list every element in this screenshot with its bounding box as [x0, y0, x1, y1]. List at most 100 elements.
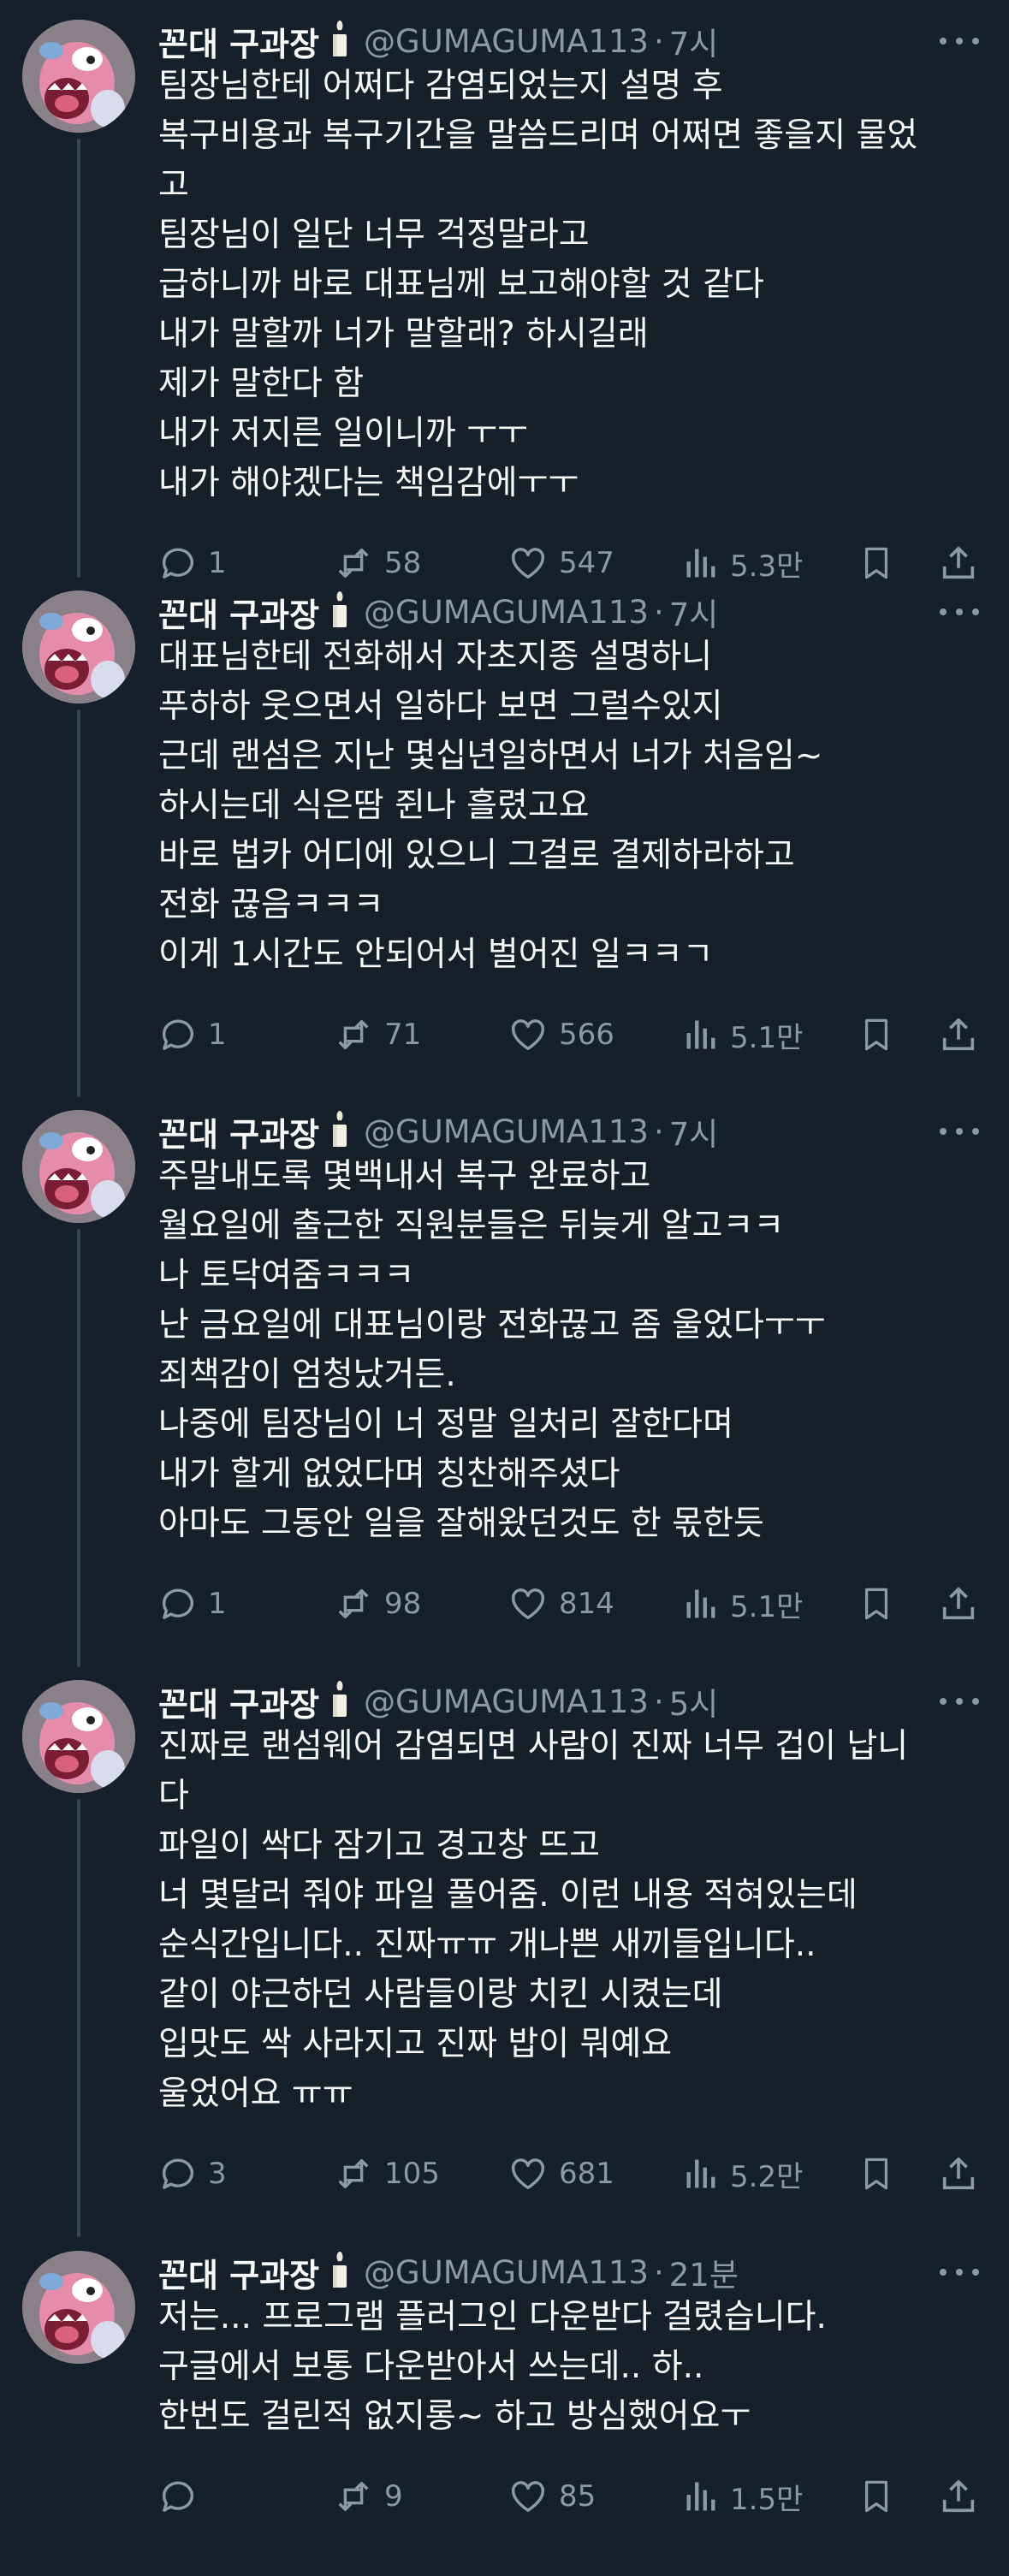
tweet-text-line: 구글에서 보통 다운받아서 쓰는데.. 하.. [158, 2347, 704, 2386]
share-button[interactable] [939, 2471, 978, 2522]
avatar[interactable] [22, 1110, 135, 1223]
tweet-text-line: 진짜로 랜섬웨어 감염되면 사람이 진짜 너무 겁이 납니 [158, 1727, 909, 1766]
candle-icon [328, 591, 352, 632]
reply-icon [158, 1584, 198, 1623]
bar-chart-icon [682, 543, 720, 583]
views-button[interactable]: 5.1만 [682, 1009, 803, 1060]
bookmark-button[interactable] [858, 537, 894, 589]
retweet-button[interactable]: 58 [333, 537, 421, 589]
retweet-icon [333, 1584, 374, 1623]
tweet-header: 꼰대 구과장 @GUMAGUMA113 · 5시 [158, 1676, 718, 1727]
bookmark-button[interactable] [858, 2148, 894, 2199]
tweet-text-line: 주말내도록 몇백내서 복구 완료하고 [158, 1157, 651, 1196]
user-handle[interactable]: @GUMAGUMA113 [364, 1113, 649, 1150]
timestamp[interactable]: 7시 [669, 18, 719, 64]
candle-icon [328, 21, 352, 62]
share-icon [939, 1013, 978, 1056]
bookmark-button[interactable] [858, 1578, 894, 1629]
avatar[interactable] [22, 2251, 135, 2364]
likes-count: 547 [559, 546, 614, 580]
tweet-text-line: 근데 랜섬은 지난 몇십년일하면서 너가 처음임~ [158, 737, 823, 775]
share-icon [939, 2152, 978, 2195]
bookmark-button[interactable] [858, 1009, 894, 1060]
separator-dot: · [653, 1683, 664, 1720]
share-icon [939, 2475, 978, 2518]
share-button[interactable] [939, 1009, 978, 1060]
heart-icon [507, 2154, 549, 2193]
tweet-text-line: 죄책감이 엄청났거든. [158, 1356, 456, 1394]
tweet-text: 저는... 프로그램 플러그인 다운받다 걸렸습니다. 구글에서 보통 다운받아서… [158, 2293, 980, 2442]
reply-button[interactable]: 1 [158, 1009, 227, 1060]
retweet-button[interactable]: 71 [333, 1009, 421, 1060]
share-button[interactable] [939, 537, 978, 589]
tweet-text-line: 급하니까 바로 대표님께 보고해야할 것 같다 [158, 265, 764, 304]
tweet-text-line: 다 [158, 1777, 189, 1815]
tweet-text-line: 팀장님한테 어쩌다 감염되었는지 설명 후 [158, 67, 723, 105]
tweet-text-line: 순식간입니다.. 진짜ㅠㅠ 개나쁜 새끼들입니다.. [158, 1926, 816, 1964]
retweet-button[interactable]: 105 [333, 2148, 440, 2199]
retweet-button[interactable]: 98 [333, 1578, 421, 1629]
more-options-icon[interactable] [940, 1684, 979, 1718]
reply-icon [158, 543, 198, 583]
bar-chart-icon [682, 1584, 720, 1623]
display-name[interactable]: 꼰대 구과장 [158, 589, 319, 636]
tweet-text-line: 고 [158, 166, 189, 205]
display-name[interactable]: 꼰대 구과장 [158, 1678, 319, 1725]
retweet-button[interactable]: 9 [333, 2471, 403, 2522]
like-button[interactable]: 566 [507, 1009, 614, 1060]
timestamp[interactable]: 21분 [669, 2249, 739, 2295]
bookmark-icon [858, 2475, 894, 2518]
views-button[interactable]: 5.2만 [682, 2148, 803, 2199]
avatar[interactable] [22, 20, 135, 133]
tweet-text-line: 복구비용과 복구기간을 말씀드리며 어쩌면 좋을지 물었 [158, 116, 918, 155]
bookmark-button[interactable] [858, 2471, 894, 2522]
user-handle[interactable]: @GUMAGUMA113 [364, 594, 649, 631]
timestamp[interactable]: 7시 [669, 589, 719, 635]
tweet-text-line: 입맛도 싹 사라지고 진짜 밥이 뭐예요 [158, 2025, 673, 2063]
more-options-icon[interactable] [940, 595, 979, 629]
avatar[interactable] [22, 1680, 135, 1793]
display-name[interactable]: 꼰대 구과장 [158, 18, 319, 65]
display-name[interactable]: 꼰대 구과장 [158, 2249, 319, 2296]
display-name[interactable]: 꼰대 구과장 [158, 1108, 319, 1155]
more-options-icon[interactable] [940, 1114, 979, 1149]
reply-button[interactable] [158, 2471, 208, 2522]
share-button[interactable] [939, 1578, 978, 1629]
reply-button[interactable]: 1 [158, 537, 227, 589]
replies-count: 1 [208, 1018, 227, 1052]
views-count: 5.1만 [730, 1589, 804, 1624]
tweet-text-line: 전화 끊음ㅋㅋㅋ [158, 886, 384, 924]
user-handle[interactable]: @GUMAGUMA113 [364, 1683, 649, 1720]
timestamp[interactable]: 5시 [669, 1678, 719, 1724]
action-bar: 1 71 566 5.1만 [158, 1009, 988, 1060]
like-button[interactable]: 681 [507, 2148, 614, 2199]
separator-dot: · [653, 2253, 664, 2291]
tweet-text-line: 내가 저지른 일이니까 ㅜㅜ [158, 414, 528, 453]
tweet-text-line: 바로 법카 어디에 있으니 그걸로 결제하라하고 [158, 836, 795, 875]
heart-icon [507, 2477, 549, 2516]
views-button[interactable]: 1.5만 [682, 2471, 803, 2522]
action-bar: 1 58 547 5.3만 [158, 537, 988, 589]
like-button[interactable]: 814 [507, 1578, 614, 1629]
likes-count: 85 [559, 2479, 596, 2514]
like-button[interactable]: 85 [507, 2471, 596, 2522]
reply-button[interactable]: 3 [158, 2148, 227, 2199]
tweet-header: 꼰대 구과장 @GUMAGUMA113 · 7시 [158, 1106, 718, 1157]
like-button[interactable]: 547 [507, 537, 614, 589]
user-handle[interactable]: @GUMAGUMA113 [364, 2254, 649, 2291]
reply-button[interactable]: 1 [158, 1578, 227, 1629]
more-options-icon[interactable] [940, 24, 979, 58]
heart-icon [507, 543, 549, 583]
thread-connector-line [77, 1229, 80, 1667]
more-options-icon[interactable] [940, 2255, 979, 2289]
views-button[interactable]: 5.1만 [682, 1578, 803, 1629]
views-button[interactable]: 5.3만 [682, 537, 803, 589]
separator-dot: · [653, 593, 664, 631]
bookmark-icon [858, 1582, 894, 1625]
share-button[interactable] [939, 2148, 978, 2199]
user-handle[interactable]: @GUMAGUMA113 [364, 23, 649, 60]
timestamp[interactable]: 7시 [669, 1108, 719, 1154]
replies-count: 1 [208, 1587, 227, 1621]
avatar[interactable] [22, 591, 135, 703]
views-count: 5.1만 [730, 1020, 804, 1055]
